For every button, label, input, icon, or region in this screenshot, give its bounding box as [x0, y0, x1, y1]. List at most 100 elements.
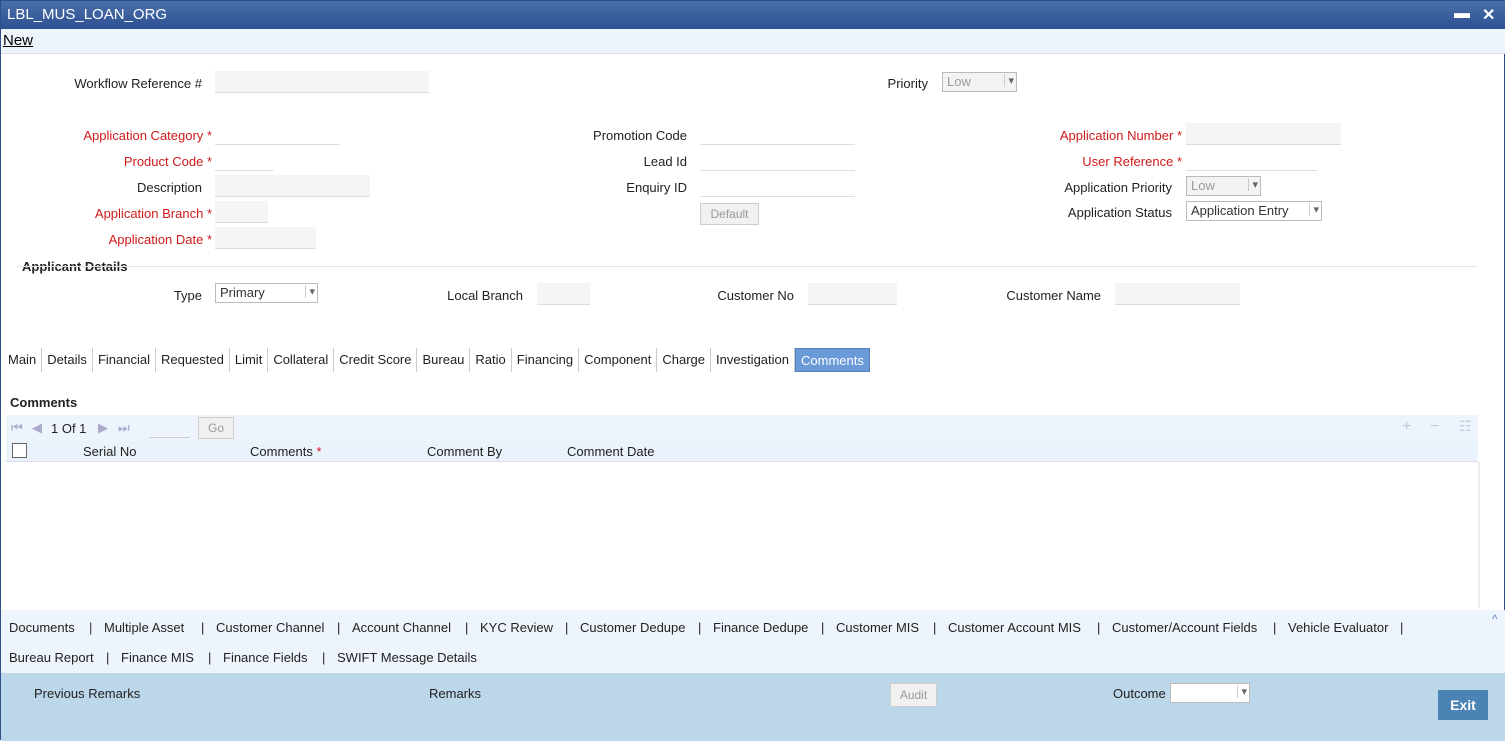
new-link[interactable]: New: [3, 32, 33, 49]
app-priority-value: Low: [1191, 178, 1215, 193]
previous-remarks-link[interactable]: Previous Remarks: [34, 686, 140, 701]
user-reference-label: User Reference *: [1082, 154, 1182, 169]
col-comment-date[interactable]: Comment Date: [567, 444, 654, 459]
link-multiple-asset[interactable]: Multiple Asset: [104, 620, 184, 635]
type-value: Primary: [220, 285, 265, 300]
go-button[interactable]: Go: [198, 417, 234, 439]
footer: Previous Remarks Remarks Audit Outcome: [1, 673, 1505, 741]
tab-collateral[interactable]: Collateral: [268, 348, 335, 372]
col-serial-no[interactable]: Serial No: [83, 444, 136, 459]
page-input[interactable]: [149, 418, 190, 438]
tab-investigation[interactable]: Investigation: [711, 348, 795, 372]
collapse-icon[interactable]: ^: [1492, 612, 1498, 626]
app-category-input[interactable]: [215, 123, 340, 145]
app-branch-label: Application Branch *: [94, 206, 212, 221]
link-bureau-report[interactable]: Bureau Report: [9, 650, 94, 665]
col-comments[interactable]: Comments *: [250, 444, 322, 459]
link-documents[interactable]: Documents: [9, 620, 75, 635]
link-customer-mis[interactable]: Customer MIS: [836, 620, 919, 635]
add-row-icon[interactable]: +: [1402, 418, 1411, 436]
link-swift-message-details[interactable]: SWIFT Message Details: [337, 650, 477, 665]
description-input[interactable]: [215, 175, 370, 197]
tab-ratio[interactable]: Ratio: [470, 348, 512, 372]
minimize-button[interactable]: ▬: [1454, 5, 1470, 23]
workflow-ref-input[interactable]: [215, 71, 429, 93]
outcome-label: Outcome: [1113, 686, 1166, 701]
link-customer-channel[interactable]: Customer Channel: [216, 620, 324, 635]
app-number-input[interactable]: [1186, 123, 1341, 145]
customer-name-input[interactable]: [1115, 283, 1240, 305]
user-reference-input[interactable]: [1186, 149, 1317, 171]
lead-id-input[interactable]: [700, 149, 855, 171]
customer-no-input[interactable]: [808, 283, 897, 305]
description-label: Description: [136, 180, 202, 195]
type-label: Type: [173, 288, 202, 303]
outcome-select[interactable]: [1170, 683, 1250, 703]
link-customer-account-fields[interactable]: Customer/Account Fields: [1112, 620, 1257, 635]
customer-name-label: Customer Name: [1006, 288, 1101, 303]
link-customer-dedupe[interactable]: Customer Dedupe: [580, 620, 686, 635]
comments-heading: Comments: [10, 395, 78, 410]
prev-page-icon[interactable]: ◀: [32, 420, 42, 436]
product-code-input[interactable]: [215, 149, 274, 171]
tab-credit-score[interactable]: Credit Score: [334, 348, 418, 372]
list-view-icon[interactable]: ☷: [1459, 418, 1472, 435]
app-date-input[interactable]: [215, 227, 316, 249]
close-button[interactable]: ✕: [1482, 5, 1495, 25]
link-finance-mis[interactable]: Finance MIS: [121, 650, 194, 665]
window-title: LBL_MUS_LOAN_ORG: [7, 6, 168, 23]
links-bar: Documents Multiple Asset Customer Channe…: [1, 610, 1505, 673]
col-comment-by[interactable]: Comment By: [427, 444, 502, 459]
enquiry-id-input[interactable]: [700, 175, 855, 197]
link-customer-account-mis[interactable]: Customer Account MIS: [948, 620, 1081, 635]
grid-header: Serial No Comments * Comment By Comment …: [6, 441, 1478, 462]
product-code-label: Product Code *: [123, 154, 212, 169]
tab-limit[interactable]: Limit: [230, 348, 269, 372]
app-priority-select[interactable]: Low: [1186, 176, 1261, 196]
tab-details[interactable]: Details: [42, 348, 93, 372]
delete-row-icon[interactable]: −: [1430, 418, 1439, 436]
exit-button[interactable]: Exit: [1438, 690, 1488, 720]
grid-body: [6, 462, 1480, 608]
tab-financial[interactable]: Financial: [93, 348, 156, 372]
tab-bar: Main Details Financial Requested Limit C…: [3, 348, 870, 372]
link-vehicle-evaluator[interactable]: Vehicle Evaluator: [1288, 620, 1388, 635]
next-page-icon[interactable]: ▶: [98, 420, 108, 436]
type-select[interactable]: Primary: [215, 283, 318, 303]
app-status-select[interactable]: Application Entry: [1186, 201, 1322, 221]
app-branch-input[interactable]: [215, 201, 268, 223]
grid-toolbar: ⏮ ◀ 1 Of 1 ▶ ⏭ Go + − ☷: [6, 415, 1478, 441]
last-page-icon[interactable]: ⏭: [118, 420, 130, 436]
customer-no-label: Customer No: [717, 288, 794, 303]
link-kyc-review[interactable]: KYC Review: [480, 620, 553, 635]
link-finance-fields[interactable]: Finance Fields: [223, 650, 308, 665]
app-category-label: Application Category *: [83, 128, 212, 143]
lead-id-label: Lead Id: [643, 154, 687, 169]
link-account-channel[interactable]: Account Channel: [352, 620, 451, 635]
priority-select[interactable]: Low: [942, 72, 1017, 92]
select-all-checkbox[interactable]: [12, 443, 27, 458]
tab-requested[interactable]: Requested: [156, 348, 230, 372]
tab-financing[interactable]: Financing: [512, 348, 580, 372]
tab-bureau[interactable]: Bureau: [417, 348, 471, 372]
priority-value: Low: [947, 74, 971, 89]
tab-main[interactable]: Main: [3, 348, 43, 372]
app-number-label: Application Number *: [1059, 128, 1182, 143]
first-page-icon[interactable]: ⏮: [11, 420, 23, 436]
title-bar: LBL_MUS_LOAN_ORG: [1, 1, 1505, 29]
audit-button[interactable]: Audit: [890, 683, 937, 707]
app-priority-label: Application Priority: [1064, 180, 1172, 195]
local-branch-input[interactable]: [537, 283, 590, 305]
tab-charge[interactable]: Charge: [657, 348, 711, 372]
app-date-label: Application Date *: [108, 232, 212, 247]
promotion-code-input[interactable]: [700, 123, 855, 145]
link-finance-dedupe[interactable]: Finance Dedupe: [713, 620, 808, 635]
default-button[interactable]: Default: [700, 203, 759, 225]
remarks-link[interactable]: Remarks: [429, 686, 481, 701]
priority-label: Priority: [887, 76, 928, 91]
tab-comments[interactable]: Comments: [795, 348, 870, 372]
tab-component[interactable]: Component: [579, 348, 658, 372]
app-status-label: Application Status: [1067, 205, 1172, 220]
page-indicator: 1 Of 1: [51, 421, 87, 436]
local-branch-label: Local Branch: [447, 288, 523, 303]
